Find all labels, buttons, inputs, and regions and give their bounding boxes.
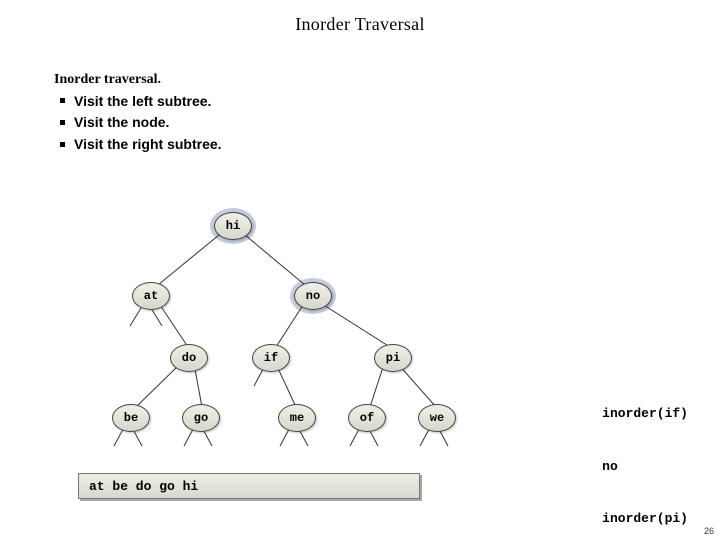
tree-node-no: no xyxy=(294,282,332,310)
description-block: Inorder traversal. Visit the left subtre… xyxy=(54,69,720,156)
tree-node-hi: hi xyxy=(214,212,252,240)
stack-line-1: inorder(if) xyxy=(602,405,688,423)
call-stack: inorder(if) no inorder(pi) xyxy=(602,370,688,545)
output-sequence-bar: at be do go hi xyxy=(78,473,420,499)
desc-heading: Inorder traversal. xyxy=(54,69,720,91)
tree-node-of: of xyxy=(348,404,386,432)
desc-bullet-2: Visit the node. xyxy=(74,112,720,134)
desc-bullet-1: Visit the left subtree. xyxy=(74,91,720,113)
tree-node-if: if xyxy=(252,344,290,372)
tree-node-do: do xyxy=(170,344,208,372)
stack-line-2: no xyxy=(602,458,688,476)
tree-diagram: hi at no do if pi be go me of we xyxy=(80,200,500,460)
tree-node-be: be xyxy=(112,404,150,432)
tree-node-at: at xyxy=(132,282,170,310)
page-title: Inorder Traversal xyxy=(0,0,720,35)
tree-node-go: go xyxy=(182,404,220,432)
tree-node-me: me xyxy=(278,404,316,432)
tree-node-pi: pi xyxy=(374,344,412,372)
desc-list: Visit the left subtree. Visit the node. … xyxy=(54,91,720,156)
stack-line-3: inorder(pi) xyxy=(602,510,688,528)
page-number: 26 xyxy=(704,526,714,536)
tree-node-we: we xyxy=(418,404,456,432)
desc-bullet-3: Visit the right subtree. xyxy=(74,134,720,156)
